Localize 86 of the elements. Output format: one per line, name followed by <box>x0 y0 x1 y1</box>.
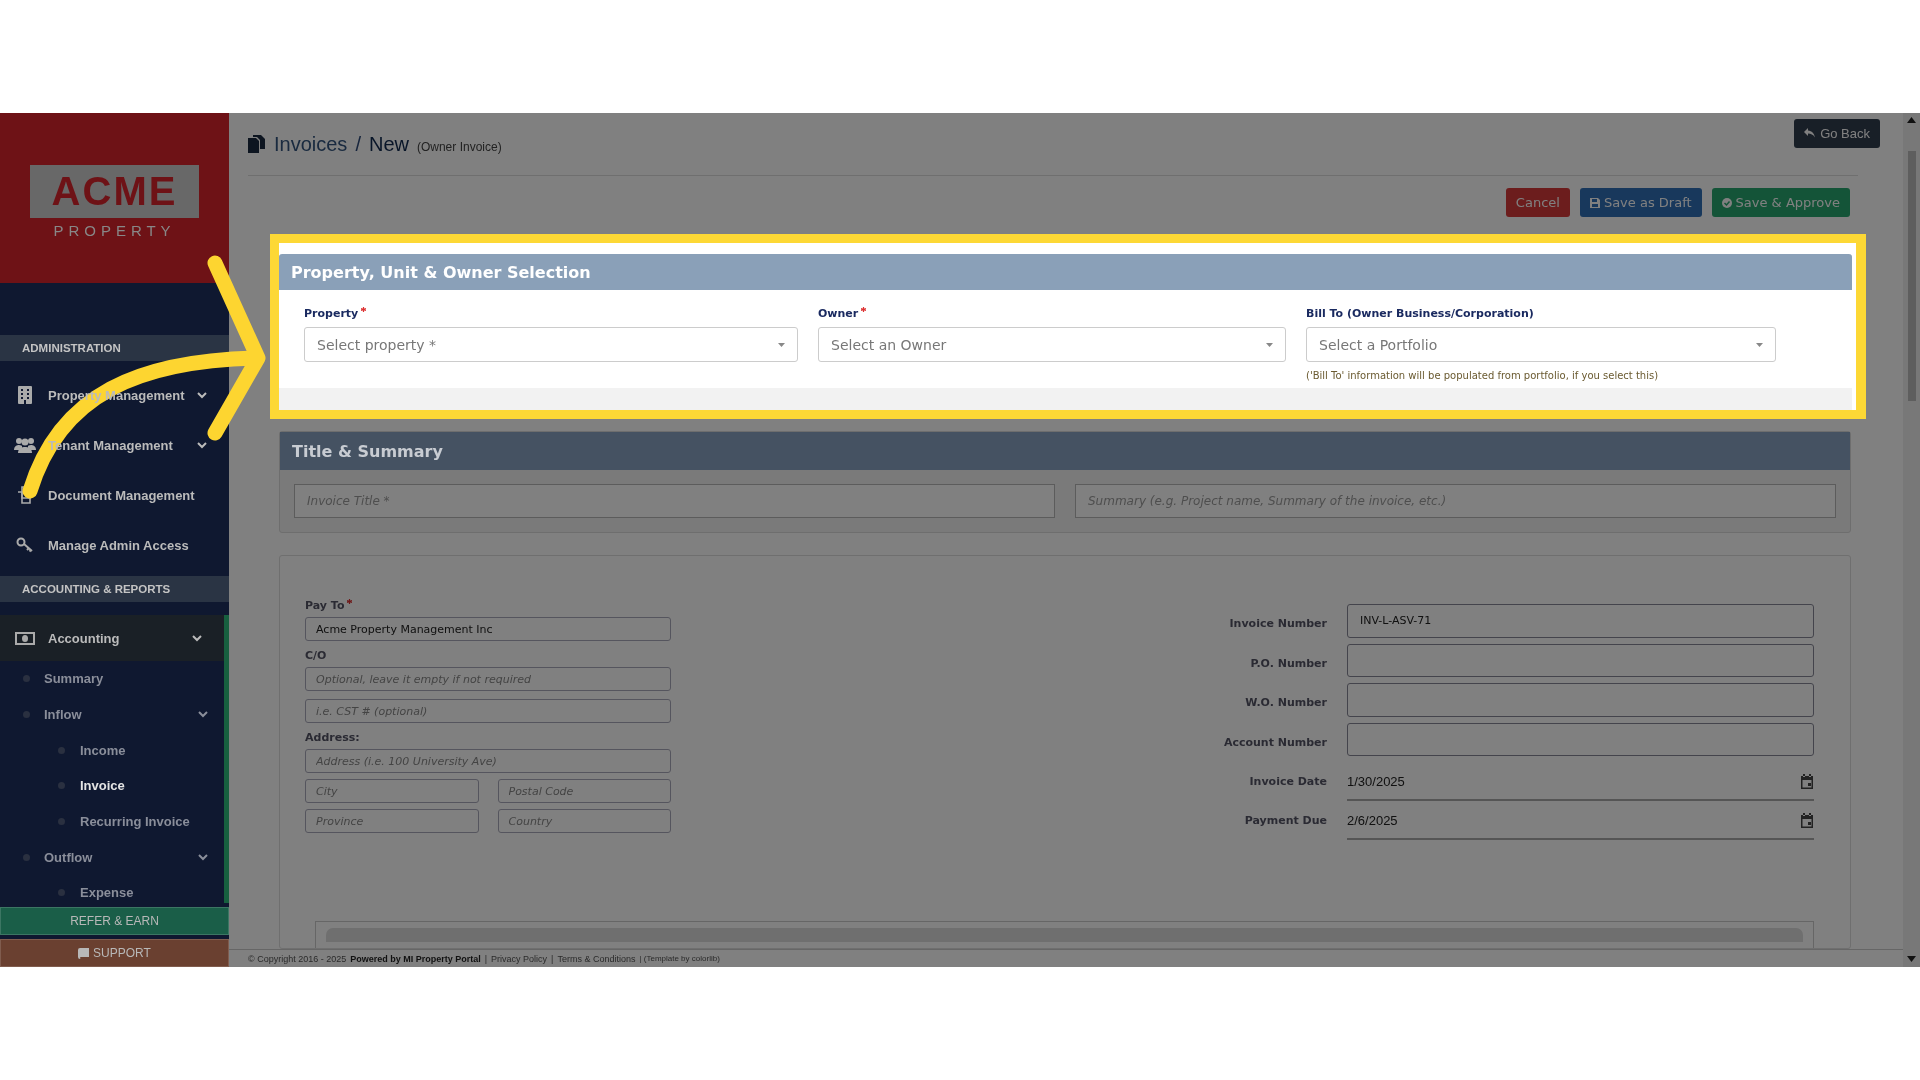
caret-down-icon <box>778 342 785 347</box>
field-label: Address: <box>305 731 361 744</box>
text-field[interactable] <box>1347 643 1814 677</box>
footer-link[interactable]: Privacy Policy <box>491 953 548 964</box>
date-field[interactable]: 1/30/2025 <box>1347 763 1814 801</box>
address-field[interactable]: Province <box>305 809 479 833</box>
field-label: Invoice Number <box>1228 617 1327 631</box>
field-label: Pay To <box>305 599 671 612</box>
submenu-item[interactable]: Summary <box>0 661 224 697</box>
section-heading: ADMINISTRATION <box>0 335 229 361</box>
tree-node-icon <box>58 782 65 790</box>
help-text: ('Bill To' information will be populated from portfolio, if you select this) <box>1306 370 1660 381</box>
submenu-item[interactable]: Expense <box>0 875 224 903</box>
field-label: Property <box>304 307 798 320</box>
tree-node-icon <box>23 711 30 719</box>
support-button[interactable]: SUPPORT <box>0 939 229 967</box>
field-label: Account Number <box>1222 735 1327 749</box>
scroll-down-icon[interactable] <box>1907 956 1916 962</box>
tree-node-icon <box>58 818 65 826</box>
footer-link[interactable]: Terms & Conditions <box>557 953 636 964</box>
tree-node-icon <box>58 746 65 754</box>
submenu-item[interactable]: Income <box>0 732 224 769</box>
select-dropdown[interactable]: Select an Owner <box>818 327 1286 362</box>
tree-node-icon <box>58 889 65 897</box>
address-field[interactable]: Postal Code <box>497 779 671 803</box>
separator: | <box>551 953 554 964</box>
field-label: W.O. Number <box>1244 696 1327 710</box>
menu-item[interactable]: Document Management <box>0 470 229 520</box>
save-draft-button[interactable]: Save as Draft <box>1579 188 1702 217</box>
page-subtitle: (Owner Invoice) <box>416 139 502 154</box>
field-label: C/O <box>305 649 328 662</box>
tree-node-icon <box>23 853 30 861</box>
submenu-item[interactable]: Invoice <box>0 768 224 804</box>
building-icon <box>18 386 32 404</box>
calendar-icon <box>1800 773 1814 789</box>
cancel-button[interactable]: Cancel <box>1505 188 1570 217</box>
separator: | <box>484 953 488 964</box>
field-label: Invoice Date <box>1248 775 1327 788</box>
banknote-icon <box>15 631 35 645</box>
copy-icon <box>248 135 266 153</box>
key-icon <box>16 537 34 553</box>
users-icon <box>14 437 36 453</box>
section-heading: ACCOUNTING & REPORTS <box>0 576 229 602</box>
care-of-field[interactable]: Optional, leave it empty if not required <box>305 667 671 691</box>
template-credit: | (Template by colorlib) <box>639 954 720 963</box>
book-icon <box>78 947 90 959</box>
menu-item[interactable]: Manage Admin Access <box>0 520 229 570</box>
logo-tagline: PROPERTY <box>53 222 176 239</box>
select-dropdown[interactable]: Select a Portfolio <box>1306 327 1776 362</box>
tree-node-icon <box>23 675 30 683</box>
breadcrumb-separator: / <box>355 132 361 156</box>
address-field[interactable]: Address (i.e. 100 University Ave) <box>305 749 671 773</box>
field-label: Payment Due <box>1243 814 1327 827</box>
date-field[interactable]: 2/6/2025 <box>1347 802 1814 840</box>
tax-number-field[interactable]: i.e. CST # (optional) <box>305 699 671 723</box>
documents-icon <box>16 486 34 504</box>
field-label: Bill To (Owner Business/Corporation) <box>1306 307 1535 320</box>
pay-to-field[interactable]: Acme Property Management Inc <box>305 617 671 641</box>
copyright-text: © Copyright 2016 - 2025 <box>248 953 347 964</box>
panel-header: Property, Unit & Owner Selection <box>279 254 1852 290</box>
caret-down-icon <box>1266 342 1273 347</box>
address-field[interactable]: Country <box>497 809 671 833</box>
check-circle-icon <box>1721 197 1732 208</box>
logo-wordmark: ACME <box>29 165 200 218</box>
submenu-item[interactable]: Recurring Invoice <box>0 803 224 840</box>
scrollbar-thumb[interactable] <box>1907 151 1916 401</box>
text-field[interactable]: INV-L-ASV-71 <box>1347 604 1814 638</box>
reply-icon <box>1804 128 1816 138</box>
menu-item[interactable]: Accounting <box>0 615 229 661</box>
address-field[interactable]: City <box>305 779 479 803</box>
field-label: P.O. Number <box>1249 656 1327 670</box>
scroll-up-icon[interactable] <box>1907 117 1916 123</box>
text-field[interactable] <box>1347 722 1814 756</box>
panel-header: Title & Summary <box>280 432 1850 470</box>
submenu-item[interactable]: Inflow <box>0 696 224 733</box>
submenu-item[interactable]: Outflow <box>0 839 224 876</box>
select-dropdown[interactable]: Select property * <box>304 327 798 362</box>
field-label: Owner <box>818 307 1286 320</box>
refer-button[interactable]: REFER & EARN <box>0 907 229 935</box>
page-title: New <box>368 132 409 156</box>
breadcrumb-link[interactable]: Invoices <box>274 132 348 156</box>
powered-by-link[interactable]: Powered by MI Property Portal <box>350 953 481 964</box>
go-back-button[interactable]: Go Back <box>1794 118 1880 148</box>
calendar-icon <box>1800 812 1814 828</box>
text-field[interactable] <box>1347 683 1814 717</box>
caret-down-icon <box>1756 342 1763 347</box>
